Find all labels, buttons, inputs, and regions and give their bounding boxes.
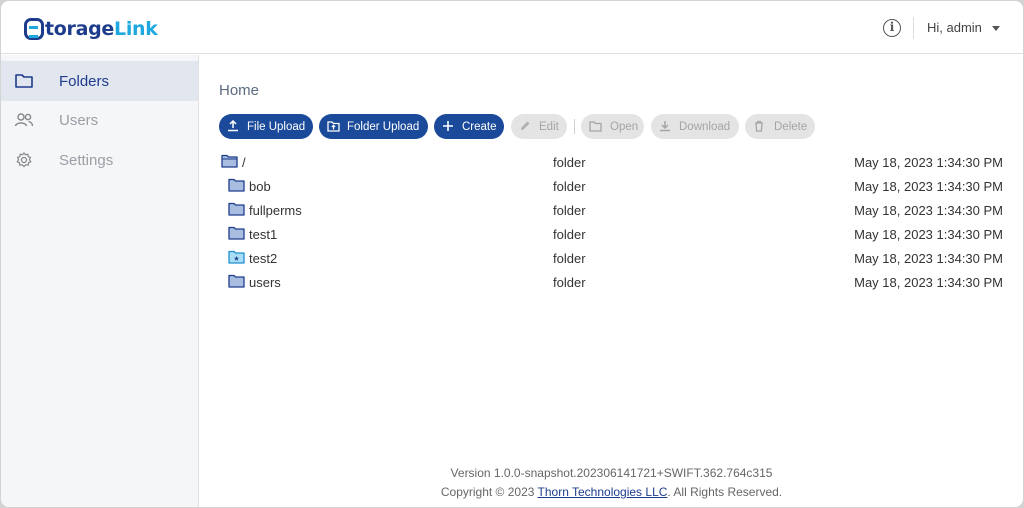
file-type: folder xyxy=(553,203,586,218)
create-button[interactable]: Create xyxy=(434,114,504,139)
chevron-down-icon xyxy=(991,25,1000,31)
gear-icon xyxy=(16,152,32,168)
delete-button[interactable]: Delete xyxy=(745,114,815,139)
copyright-prefix: Copyright © 2023 xyxy=(440,485,535,499)
file-name: fullperms xyxy=(249,203,302,218)
file-name: bob xyxy=(249,179,271,194)
logo-text-link: Link xyxy=(114,18,158,40)
sidebar-item-label: Users xyxy=(59,111,99,129)
download-button[interactable]: Download xyxy=(651,114,739,139)
file-type: folder xyxy=(553,227,586,242)
table-row[interactable]: / folder May 18, 2023 1:34:30 PM xyxy=(219,151,1009,175)
file-name: / xyxy=(242,155,246,170)
main-content: Home File Upload Folder Upload Create Ed… xyxy=(200,55,1023,507)
plus-icon xyxy=(443,121,453,131)
file-name: users xyxy=(249,275,281,290)
header-divider xyxy=(913,17,914,39)
file-upload-label: File Upload xyxy=(247,120,306,133)
toolbar-divider xyxy=(574,119,575,134)
file-date: May 18, 2023 1:34:30 PM xyxy=(854,251,1003,266)
file-date: May 18, 2023 1:34:30 PM xyxy=(854,275,1003,290)
table-row[interactable]: users folder May 18, 2023 1:34:30 PM xyxy=(219,271,1009,295)
pencil-icon xyxy=(521,121,530,130)
file-upload-button[interactable]: File Upload xyxy=(219,114,313,139)
file-date: May 18, 2023 1:34:30 PM xyxy=(854,227,1003,242)
info-icon[interactable]: i xyxy=(883,19,901,37)
create-label: Create xyxy=(462,120,497,133)
user-menu[interactable]: Hi, admin xyxy=(927,20,1000,35)
sidebar-item-label: Settings xyxy=(59,151,114,169)
company-link[interactable]: Thorn Technologies LLC xyxy=(538,485,668,499)
folder-icon xyxy=(228,274,245,288)
open-button[interactable]: Open xyxy=(581,114,644,139)
folder-upload-button[interactable]: Folder Upload xyxy=(319,114,428,139)
file-date: May 18, 2023 1:34:30 PM xyxy=(854,203,1003,218)
file-date: May 18, 2023 1:34:30 PM xyxy=(854,155,1003,170)
logo-text-storage: torage xyxy=(45,18,115,40)
copyright-suffix: . All Rights Reserved. xyxy=(667,485,783,499)
folder-upload-icon xyxy=(327,121,340,132)
table-row[interactable]: test1 folder May 18, 2023 1:34:30 PM xyxy=(219,223,1009,247)
file-name: test1 xyxy=(249,227,278,242)
download-label: Download xyxy=(679,120,731,133)
folder-icon xyxy=(228,226,245,240)
file-date: May 18, 2023 1:34:30 PM xyxy=(854,179,1003,194)
edit-button[interactable]: Edit xyxy=(511,114,567,139)
table-row[interactable]: test2 folder May 18, 2023 1:34:30 PM xyxy=(219,247,1009,271)
sidebar-item-settings[interactable]: Settings xyxy=(1,140,198,180)
file-type: folder xyxy=(553,251,586,266)
file-type: folder xyxy=(553,275,586,290)
file-type: folder xyxy=(553,179,586,194)
file-type: folder xyxy=(553,155,586,170)
app-window: torageLink i Hi, admin Folders Users Set… xyxy=(1,1,1023,507)
logo-s-icon xyxy=(24,18,44,40)
edit-label: Edit xyxy=(539,120,559,133)
folder-open-icon xyxy=(221,154,238,168)
breadcrumb[interactable]: Home xyxy=(219,82,259,99)
copyright-text: Copyright © 2023 Thorn Technologies LLC.… xyxy=(200,483,1023,502)
folder-upload-label: Folder Upload xyxy=(347,120,420,133)
version-text: Version 1.0.0-snapshot.202306141721+SWIF… xyxy=(450,466,773,480)
table-row[interactable]: fullperms folder May 18, 2023 1:34:30 PM xyxy=(219,199,1009,223)
folder-icon xyxy=(228,178,245,192)
storagelink-logo[interactable]: torageLink xyxy=(24,16,158,42)
footer: Version 1.0.0-snapshot.202306141721+SWIF… xyxy=(200,464,1023,502)
sidebar-item-label: Folders xyxy=(59,72,110,90)
shared-folder-icon xyxy=(228,250,245,264)
file-name: test2 xyxy=(249,251,278,266)
sidebar-item-folders[interactable]: Folders xyxy=(1,61,198,101)
sidebar-item-users[interactable]: Users xyxy=(1,100,198,140)
users-icon xyxy=(14,113,34,127)
table-row[interactable]: bob folder May 18, 2023 1:34:30 PM xyxy=(219,175,1009,199)
trash-icon xyxy=(755,120,763,132)
open-label: Open xyxy=(610,120,639,133)
top-header: torageLink i Hi, admin xyxy=(1,1,1023,54)
download-icon xyxy=(660,121,670,132)
sidebar: Folders Users Settings xyxy=(1,55,199,507)
delete-label: Delete xyxy=(774,120,808,133)
folder-icon xyxy=(228,202,245,216)
upload-icon xyxy=(228,120,238,132)
folder-icon xyxy=(589,121,602,132)
folder-icon xyxy=(15,74,33,88)
user-greeting: Hi, admin xyxy=(927,20,982,35)
